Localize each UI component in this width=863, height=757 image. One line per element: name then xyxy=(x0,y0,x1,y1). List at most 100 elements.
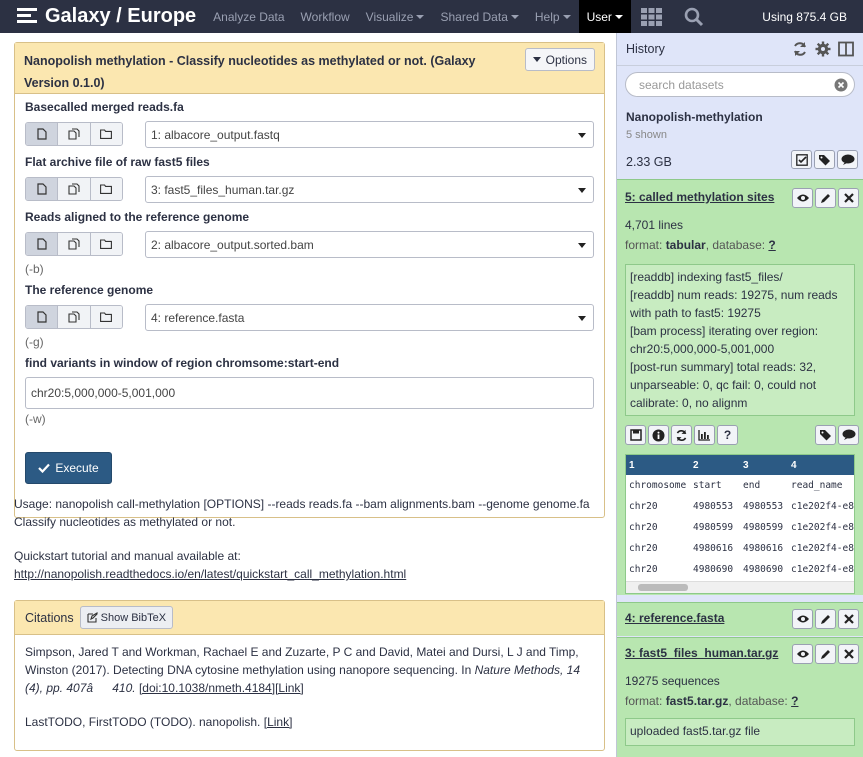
select-all-checkbox-icon[interactable] xyxy=(791,150,812,169)
help-icon[interactable]: ? xyxy=(717,425,738,445)
clear-search-icon[interactable] xyxy=(834,78,848,92)
nav-user[interactable]: User xyxy=(578,0,631,33)
eye-icon[interactable] xyxy=(792,644,813,664)
param-label-region: find variants in window of region chroms… xyxy=(25,356,340,370)
single-dataset-icon[interactable] xyxy=(26,233,59,255)
collection-folder-icon[interactable] xyxy=(90,123,122,145)
delete-icon[interactable] xyxy=(838,609,859,629)
history-name[interactable]: Nanopolish-methylation xyxy=(626,110,854,124)
dataset-title[interactable]: 4: reference.fasta xyxy=(625,611,724,625)
multiple-datasets-icon[interactable] xyxy=(58,123,91,145)
peek-cell: 4980599 xyxy=(743,522,784,533)
database-value[interactable]: ? xyxy=(768,238,775,252)
eye-icon[interactable] xyxy=(792,188,813,208)
refresh-icon[interactable] xyxy=(792,41,808,57)
eye-icon[interactable] xyxy=(792,609,813,629)
show-bibtex-button[interactable]: Show BibTeX xyxy=(79,606,174,629)
history-panel: History search datasets Nanopolish-methy… xyxy=(616,33,863,757)
pencil-icon[interactable] xyxy=(815,188,836,208)
collection-folder-icon[interactable] xyxy=(90,178,122,200)
peek-cell: 4980616 xyxy=(693,543,734,554)
options-button[interactable]: Options xyxy=(524,48,595,71)
rerun-icon[interactable] xyxy=(671,425,692,445)
nav-shared-data[interactable]: Shared Data xyxy=(432,0,526,33)
options-label: Options xyxy=(545,52,587,67)
input-type-selector[interactable] xyxy=(25,305,123,329)
download-icon[interactable] xyxy=(625,425,646,445)
history-title: History xyxy=(626,42,665,56)
tags-icon[interactable] xyxy=(815,425,836,445)
history-header: History xyxy=(617,33,863,66)
bibtex-label: Show BibTeX xyxy=(100,611,167,624)
peek-horizontal-scrollbar[interactable] xyxy=(626,581,854,593)
citation-link[interactable]: [Link] xyxy=(275,681,304,695)
peek-header-cell: 3 xyxy=(743,459,749,471)
dataset-title[interactable]: 5: called methylation sites xyxy=(625,190,774,204)
edit-icon xyxy=(87,612,98,623)
citation-entry: LastTODO, FirstTODO (TODO). nanopolish. … xyxy=(25,713,594,731)
annotation-icon[interactable] xyxy=(837,150,858,169)
bam-select[interactable]: 2: albacore_output.sorted.bam xyxy=(145,231,594,258)
center-panel: Nanopolish methylation - Classify nucleo… xyxy=(0,33,616,757)
caret-down-icon xyxy=(578,243,586,248)
quota-meter[interactable]: Using 875.4 GB xyxy=(762,10,863,24)
single-dataset-icon[interactable] xyxy=(26,306,59,328)
search-icon[interactable] xyxy=(673,0,715,33)
peek-cell: read_name xyxy=(791,480,843,491)
annotation-icon[interactable] xyxy=(838,425,859,445)
input-type-selector[interactable] xyxy=(25,122,123,146)
multiple-datasets-icon[interactable] xyxy=(58,306,91,328)
input-type-selector[interactable] xyxy=(25,177,123,201)
pencil-icon[interactable] xyxy=(815,609,836,629)
genome-select[interactable]: 4: reference.fasta xyxy=(145,304,594,331)
select-value: 3: fast5_files_human.tar.gz xyxy=(151,182,295,197)
peek-row: chr20 4980599 4980599 c1e202f4-e8 xyxy=(626,517,854,538)
reads-select[interactable]: 1: albacore_output.fastq xyxy=(145,121,594,148)
region-input-value: chr20:5,000,000-5,001,000 xyxy=(31,386,176,400)
help-link[interactable]: http://nanopolish.readthedocs.io/en/late… xyxy=(14,567,406,581)
multiple-datasets-icon[interactable] xyxy=(58,178,91,200)
peek-header-cell: 4 xyxy=(791,459,797,471)
peek-row: chr20 4980616 4980616 c1e202f4-e8 xyxy=(626,538,854,559)
nav-workflow[interactable]: Workflow xyxy=(293,0,358,33)
delete-icon[interactable] xyxy=(838,188,859,208)
region-input[interactable]: chr20:5,000,000-5,001,000 xyxy=(25,377,594,409)
citations-body: Simpson, Jared T and Workman, Rachael E … xyxy=(15,635,604,739)
peek-cell: 4980553 xyxy=(743,501,784,512)
database-value[interactable]: ? xyxy=(791,694,798,708)
dataset-title[interactable]: 3: fast5_files_human.tar.gz xyxy=(625,646,778,660)
columns-icon[interactable] xyxy=(838,41,854,57)
scroll-thumb[interactable] xyxy=(638,584,688,591)
brand[interactable]: Galaxy / Europe xyxy=(0,0,205,33)
collection-folder-icon[interactable] xyxy=(90,306,122,328)
nav-help[interactable]: Help xyxy=(527,0,579,33)
multiple-datasets-icon[interactable] xyxy=(58,233,91,255)
dataset-info: [readdb] indexing fast5_files/ [readdb] … xyxy=(625,264,855,416)
delete-icon[interactable] xyxy=(838,644,859,664)
fast5-select[interactable]: 3: fast5_files_human.tar.gz xyxy=(145,176,594,203)
pencil-icon[interactable] xyxy=(815,644,836,664)
param-label-genome: The reference genome xyxy=(25,283,154,297)
citation-link[interactable]: [Link] xyxy=(264,715,293,729)
nav-label: Help xyxy=(534,9,560,24)
peek-cell: chr20 xyxy=(629,564,658,575)
gear-icon[interactable] xyxy=(815,41,831,57)
citation-doi-link[interactable]: [doi:10.1038/nmeth.4184] xyxy=(139,681,275,695)
info-icon[interactable] xyxy=(648,425,669,445)
tags-icon[interactable] xyxy=(814,150,835,169)
peek-cell: end xyxy=(743,480,761,491)
peek-header-cell: 2 xyxy=(693,459,699,471)
nav-visualize[interactable]: Visualize xyxy=(358,0,433,33)
single-dataset-icon[interactable] xyxy=(26,123,59,145)
execute-button[interactable]: Execute xyxy=(25,452,112,484)
nav-analyze-data[interactable]: Analyze Data xyxy=(205,0,292,33)
history-search-input[interactable]: search datasets xyxy=(625,72,855,97)
input-type-selector[interactable] xyxy=(25,232,123,256)
scratchbook-grid-icon[interactable] xyxy=(631,0,673,33)
help-quickstart: Quickstart tutorial and manual available… xyxy=(14,549,241,563)
collection-folder-icon[interactable] xyxy=(90,233,122,255)
single-dataset-icon[interactable] xyxy=(26,178,59,200)
visualize-chart-icon[interactable] xyxy=(694,425,715,445)
tool-help: Usage: nanopolish call-methylation [OPTI… xyxy=(14,495,605,583)
help-description: Classify nucleotides as methylated or no… xyxy=(14,515,236,529)
